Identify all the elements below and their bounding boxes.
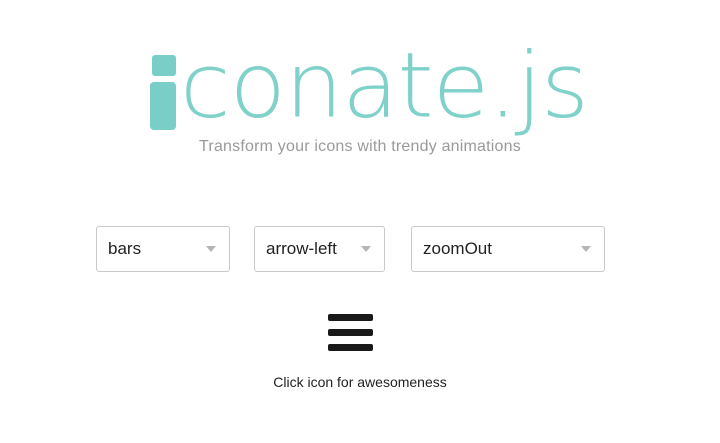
bar-top <box>328 314 373 321</box>
bars-icon[interactable] <box>328 314 373 351</box>
animation-in-select[interactable]: arrow-left <box>254 226 385 272</box>
bar-bottom <box>328 344 373 351</box>
logo-i-stem <box>150 82 176 130</box>
logo: conate.js <box>150 30 589 138</box>
logo-i-dot <box>152 55 176 76</box>
hint-text: Click icon for awesomeness <box>273 374 447 390</box>
icon-select-value: bars <box>108 239 142 258</box>
logo-text: conate.js <box>180 32 589 138</box>
animation-out-select[interactable]: zoomOut <box>411 226 605 272</box>
animation-in-select-value: arrow-left <box>266 239 337 258</box>
chevron-down-icon <box>361 246 371 252</box>
chevron-down-icon <box>581 246 591 252</box>
animation-out-select-value: zoomOut <box>423 239 492 258</box>
chevron-down-icon <box>206 246 216 252</box>
tagline: Transform your icons with trendy animati… <box>199 138 521 155</box>
logo-i-mark <box>150 40 176 130</box>
icon-select[interactable]: bars <box>96 226 230 272</box>
bar-middle <box>328 329 373 336</box>
